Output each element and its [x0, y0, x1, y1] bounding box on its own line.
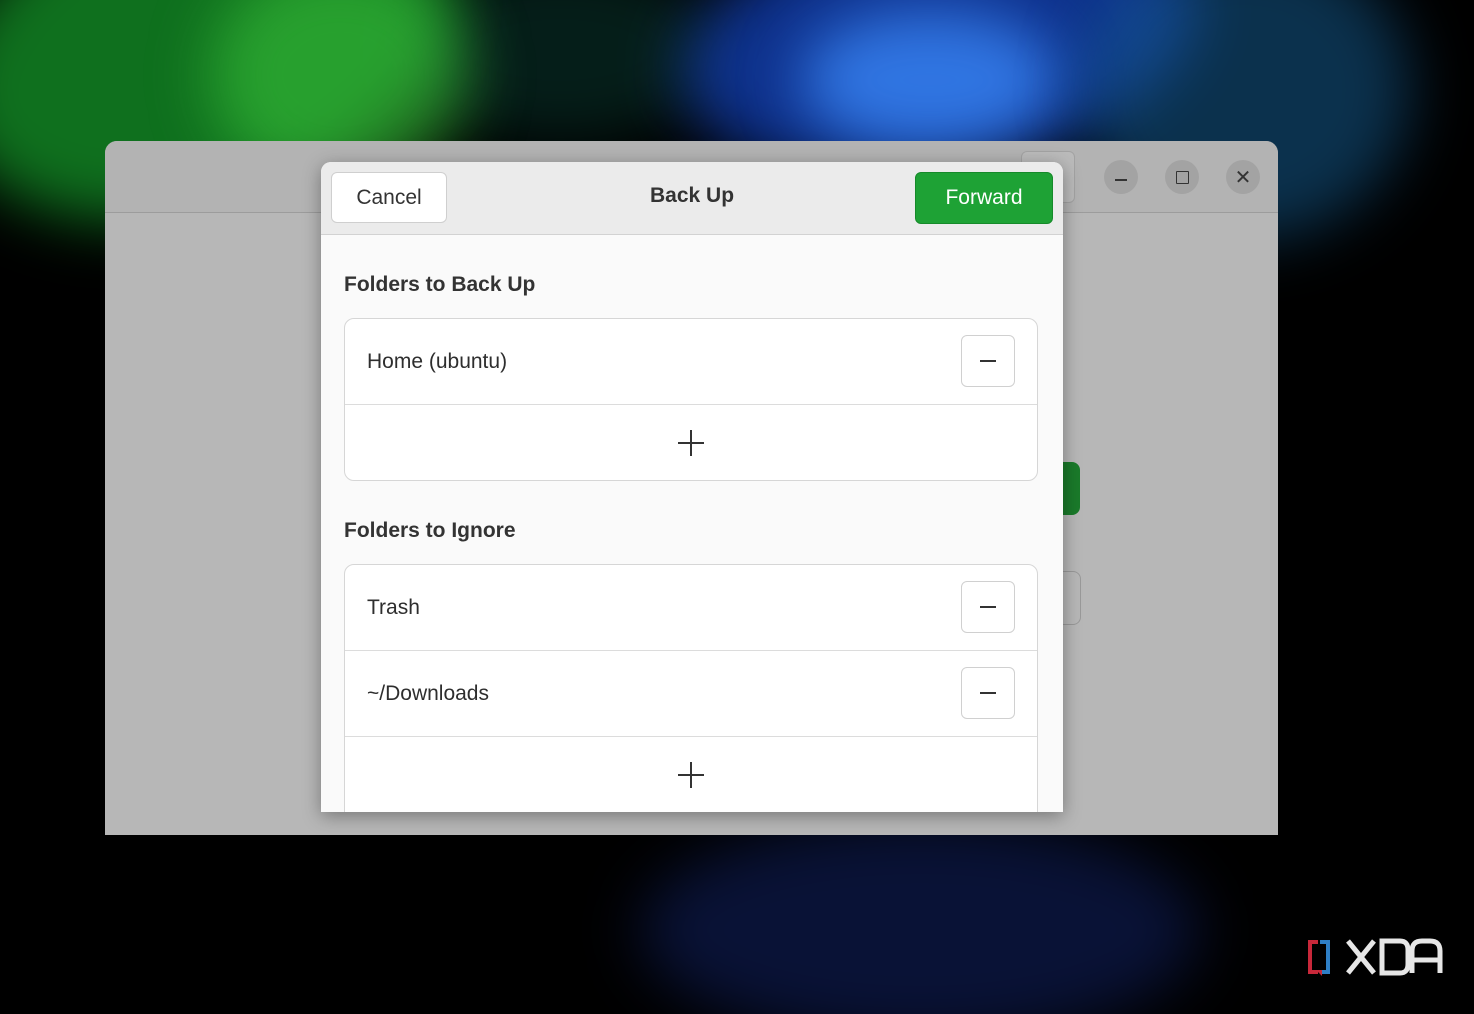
ignore-folders-list: Trash ~/Downloads — [344, 564, 1038, 812]
backup-section-title: Folders to Back Up — [344, 273, 536, 296]
maximize-icon — [1175, 170, 1189, 184]
folder-label: ~/Downloads — [367, 681, 489, 705]
backup-folders-list: Home (ubuntu) — [344, 318, 1038, 481]
maximize-button[interactable] — [1165, 160, 1199, 194]
close-icon: ✕ — [1234, 165, 1252, 189]
plus-icon — [678, 430, 704, 456]
ignore-section-title: Folders to Ignore — [344, 519, 516, 542]
xda-watermark-logo — [1308, 938, 1443, 976]
minimize-icon — [1115, 179, 1127, 181]
dialog-header: Cancel Back Up Forward — [321, 162, 1063, 235]
forward-button[interactable]: Forward — [915, 172, 1053, 224]
close-button[interactable]: ✕ — [1226, 160, 1260, 194]
folder-label: Home (ubuntu) — [367, 349, 508, 373]
minus-icon — [980, 360, 996, 362]
plus-icon — [678, 762, 704, 788]
minus-icon — [980, 692, 996, 694]
remove-folder-button[interactable] — [961, 581, 1015, 633]
remove-folder-button[interactable] — [961, 667, 1015, 719]
list-item: Home (ubuntu) — [345, 319, 1037, 405]
add-folder-button[interactable] — [345, 405, 1037, 480]
list-item: Trash — [345, 565, 1037, 651]
backup-dialog: Cancel Back Up Forward Folders to Back U… — [321, 162, 1063, 812]
list-item: ~/Downloads — [345, 651, 1037, 737]
folder-label: Trash — [367, 595, 420, 619]
remove-folder-button[interactable] — [961, 335, 1015, 387]
add-ignored-folder-button[interactable] — [345, 737, 1037, 812]
minus-icon — [980, 606, 996, 608]
minimize-button[interactable] — [1104, 160, 1138, 194]
